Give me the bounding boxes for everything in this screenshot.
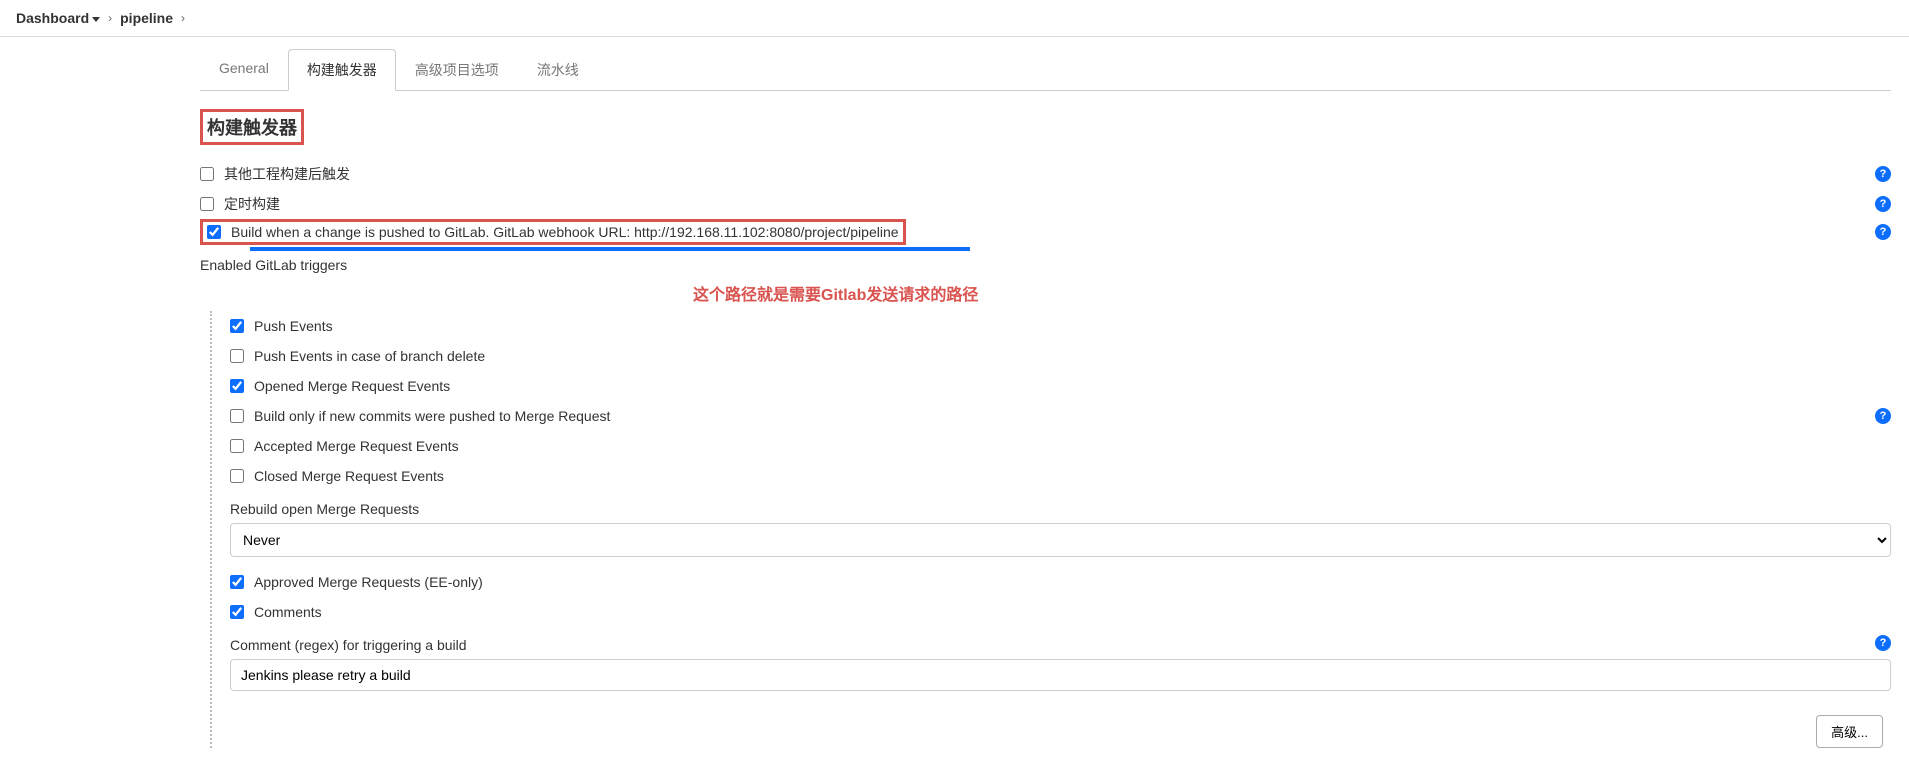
gitlab-triggers-label: Enabled GitLab triggers bbox=[200, 257, 1891, 273]
option-build-only-new: Build only if new commits were pushed to… bbox=[222, 401, 1875, 431]
checkbox-opened-mr[interactable] bbox=[230, 379, 244, 393]
option-scheduled-label: 定时构建 bbox=[224, 194, 1875, 214]
option-other-project-build: 其他工程构建后触发 bbox=[200, 159, 1875, 189]
option-gitlab-push-label: Build when a change is pushed to GitLab.… bbox=[231, 224, 899, 240]
rebuild-mr-label: Rebuild open Merge Requests bbox=[230, 501, 1891, 517]
gitlab-annotation-box: Build when a change is pushed to GitLab.… bbox=[200, 219, 906, 245]
comment-regex-label: Comment (regex) for triggering a build bbox=[230, 637, 1875, 653]
tab-general[interactable]: General bbox=[200, 49, 288, 91]
help-icon[interactable]: ? bbox=[1875, 224, 1891, 240]
option-push-events: Push Events bbox=[222, 311, 1891, 341]
breadcrumb-dashboard-label: Dashboard bbox=[16, 10, 89, 26]
approved-mr-label: Approved Merge Requests (EE-only) bbox=[254, 574, 483, 590]
checkbox-scheduled[interactable] bbox=[200, 197, 214, 211]
build-only-new-label: Build only if new commits were pushed to… bbox=[254, 408, 610, 424]
help-icon[interactable]: ? bbox=[1875, 635, 1891, 651]
help-icon[interactable]: ? bbox=[1875, 196, 1891, 212]
comment-regex-input[interactable] bbox=[230, 659, 1891, 691]
help-icon[interactable]: ? bbox=[1875, 166, 1891, 182]
tab-advanced-options[interactable]: 高级项目选项 bbox=[396, 49, 518, 91]
breadcrumb: Dashboard › pipeline › bbox=[0, 0, 1909, 37]
accepted-mr-label: Accepted Merge Request Events bbox=[254, 438, 459, 454]
checkbox-build-only-new[interactable] bbox=[230, 409, 244, 423]
section-title: 构建触发器 bbox=[200, 109, 304, 145]
option-other-project-label: 其他工程构建后触发 bbox=[224, 164, 1875, 184]
option-push-delete: Push Events in case of branch delete bbox=[222, 341, 1891, 371]
checkbox-closed-mr[interactable] bbox=[230, 469, 244, 483]
annotation-text: 这个路径就是需要Gitlab发送请求的路径 bbox=[693, 281, 1891, 305]
tab-build-trigger[interactable]: 构建触发器 bbox=[288, 49, 396, 91]
gitlab-triggers-options: Push Events Push Events in case of branc… bbox=[210, 311, 1891, 748]
checkbox-accepted-mr[interactable] bbox=[230, 439, 244, 453]
option-scheduled-build: 定时构建 bbox=[200, 189, 1875, 219]
help-icon[interactable]: ? bbox=[1875, 408, 1891, 424]
push-delete-label: Push Events in case of branch delete bbox=[254, 348, 485, 364]
rebuild-mr-select[interactable]: Never bbox=[230, 523, 1891, 557]
comments-label: Comments bbox=[254, 604, 322, 620]
checkbox-approved-mr[interactable] bbox=[230, 575, 244, 589]
opened-mr-label: Opened Merge Request Events bbox=[254, 378, 450, 394]
breadcrumb-dashboard[interactable]: Dashboard bbox=[16, 10, 100, 26]
option-comments: Comments bbox=[222, 597, 1891, 627]
checkbox-gitlab-push[interactable] bbox=[207, 225, 221, 239]
chevron-down-icon bbox=[92, 17, 100, 22]
breadcrumb-separator-icon: › bbox=[108, 11, 112, 25]
checkbox-comments[interactable] bbox=[230, 605, 244, 619]
gitlab-triggers-section: Enabled GitLab triggers 这个路径就是需要Gitlab发送… bbox=[200, 257, 1891, 748]
advanced-button[interactable]: 高级... bbox=[1816, 715, 1883, 748]
tabs: General 构建触发器 高级项目选项 流水线 bbox=[200, 49, 1891, 91]
option-accepted-mr: Accepted Merge Request Events bbox=[222, 431, 1891, 461]
option-gitlab-push: Build when a change is pushed to GitLab.… bbox=[200, 219, 1875, 245]
option-opened-mr: Opened Merge Request Events bbox=[222, 371, 1891, 401]
closed-mr-label: Closed Merge Request Events bbox=[254, 468, 444, 484]
option-closed-mr: Closed Merge Request Events bbox=[222, 461, 1891, 491]
checkbox-push-delete[interactable] bbox=[230, 349, 244, 363]
push-events-label: Push Events bbox=[254, 318, 333, 334]
annotation-underline bbox=[250, 247, 970, 251]
breadcrumb-pipeline[interactable]: pipeline bbox=[120, 10, 173, 26]
breadcrumb-separator-icon: › bbox=[181, 11, 185, 25]
option-approved-mr: Approved Merge Requests (EE-only) bbox=[222, 567, 1891, 597]
checkbox-push-events[interactable] bbox=[230, 319, 244, 333]
checkbox-other-project[interactable] bbox=[200, 167, 214, 181]
tab-pipeline[interactable]: 流水线 bbox=[518, 49, 598, 91]
